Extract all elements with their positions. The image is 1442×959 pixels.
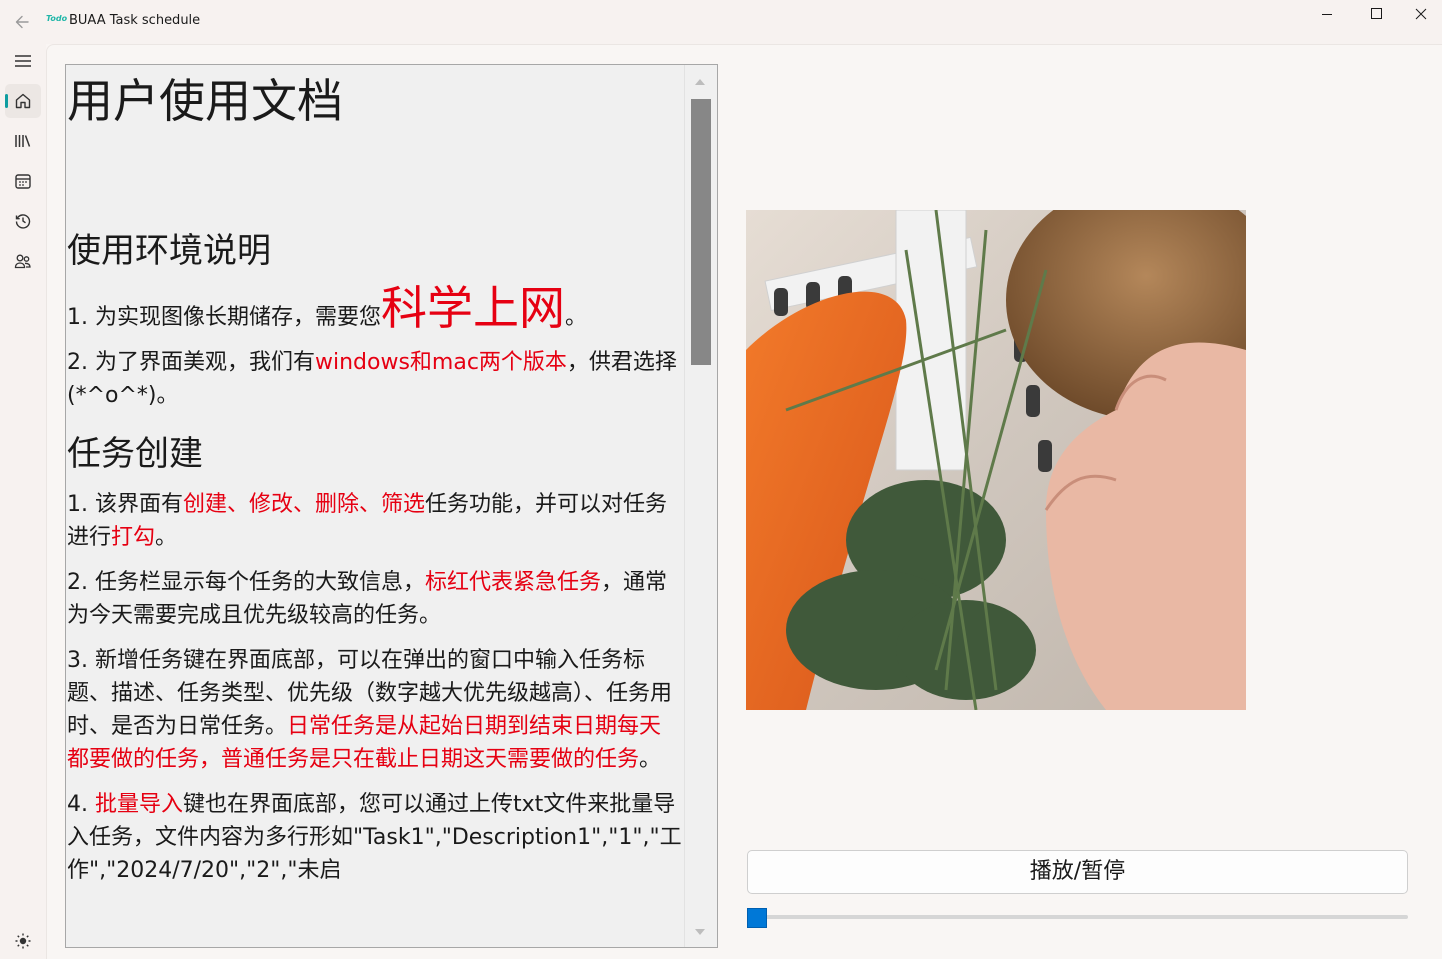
doc-text: 4.	[67, 792, 95, 817]
document-scrollbar[interactable]	[684, 65, 716, 947]
nav-item-history[interactable]	[5, 204, 41, 238]
theme-toggle-icon	[15, 933, 31, 949]
nav-item-home[interactable]	[5, 84, 41, 118]
doc-heading-task-creation: 任务创建	[67, 434, 203, 474]
home-icon	[15, 93, 31, 109]
video-frame	[746, 210, 1246, 710]
video-progress-track[interactable]	[747, 915, 1408, 919]
doc-paragraph: 4. 批量导入键也在界面底部，您可以通过上传txt文件来批量导入任务，文件内容为…	[67, 788, 683, 887]
app-logo: Todo	[46, 14, 68, 23]
minimize-icon	[1322, 14, 1332, 15]
scroll-up-arrow-icon[interactable]	[695, 79, 705, 85]
back-button[interactable]	[10, 9, 36, 35]
doc-heading-environment: 使用环境说明	[67, 231, 271, 271]
close-icon	[1415, 8, 1427, 20]
minimize-button[interactable]	[1304, 0, 1350, 30]
doc-paragraph: 2. 任务栏显示每个任务的大致信息，标红代表紧急任务，通常为今天需要完成且优先级…	[67, 566, 683, 632]
doc-paragraph: 2. 为了界面美观，我们有windows和mac两个版本，供君选择(*^o^*)…	[67, 346, 683, 412]
doc-text: 2. 任务栏显示每个任务的大致信息，	[67, 570, 425, 595]
history-icon	[15, 214, 31, 229]
play-pause-button[interactable]: 播放/暂停	[747, 850, 1408, 894]
doc-text: 。	[155, 525, 178, 550]
menu-icon	[15, 55, 31, 67]
nav-item-people[interactable]	[5, 244, 41, 278]
doc-highlight: 批量导入	[94, 792, 183, 817]
window-title: BUAA Task schedule	[69, 13, 201, 28]
video-progress-handle[interactable]	[747, 908, 767, 928]
scroll-down-arrow-icon[interactable]	[695, 929, 705, 935]
nav-item-library[interactable]	[5, 124, 41, 158]
people-icon	[14, 254, 31, 269]
doc-title: 用户使用文档	[67, 74, 343, 128]
doc-text: 1. 该界面有	[67, 492, 183, 517]
document-scroll-area[interactable]: 用户使用文档 使用环境说明 1. 为实现图像长期储存，需要您科学上网。 2. 为…	[66, 65, 683, 947]
doc-text: 。	[564, 305, 587, 330]
maximize-icon	[1371, 8, 1382, 19]
doc-text: 。	[639, 747, 662, 772]
doc-paragraph: 1. 为实现图像长期储存，需要您科学上网。	[67, 285, 683, 334]
doc-text: 1. 为实现图像长期储存，需要您	[67, 305, 381, 330]
doc-highlight: 标红代表紧急任务	[425, 570, 602, 595]
nav-menu-toggle[interactable]	[5, 44, 41, 78]
doc-highlight: windows和mac两个版本	[314, 350, 567, 375]
doc-paragraph: 1. 该界面有创建、修改、删除、筛选任务功能，并可以对任务进行打勾。	[67, 488, 683, 554]
calendar-icon	[15, 174, 31, 189]
doc-highlight: 创建、修改、删除、筛选	[182, 492, 425, 517]
doc-text: 2. 为了界面美观，我们有	[67, 350, 315, 375]
document-viewer[interactable]: 用户使用文档 使用环境说明 1. 为实现图像长期储存，需要您科学上网。 2. 为…	[65, 64, 718, 948]
back-arrow-icon	[15, 15, 29, 29]
close-button[interactable]	[1398, 0, 1442, 30]
doc-highlight: 打勾	[111, 525, 156, 550]
maximize-button[interactable]	[1353, 0, 1399, 30]
theme-toggle-button[interactable]	[5, 924, 41, 958]
video-player[interactable]	[746, 210, 1246, 710]
title-bar: Todo BUAA Task schedule	[0, 0, 1442, 44]
doc-paragraph: 3. 新增任务键在界面底部，可以在弹出的窗口中输入任务标题、描述、任务类型、优先…	[67, 644, 683, 776]
doc-highlight: 科学上网	[380, 281, 565, 335]
active-indicator	[5, 94, 8, 108]
scrollbar-thumb[interactable]	[691, 99, 711, 365]
nav-item-calendar[interactable]	[5, 164, 41, 198]
nav-rail	[0, 44, 46, 959]
library-icon	[15, 135, 31, 147]
